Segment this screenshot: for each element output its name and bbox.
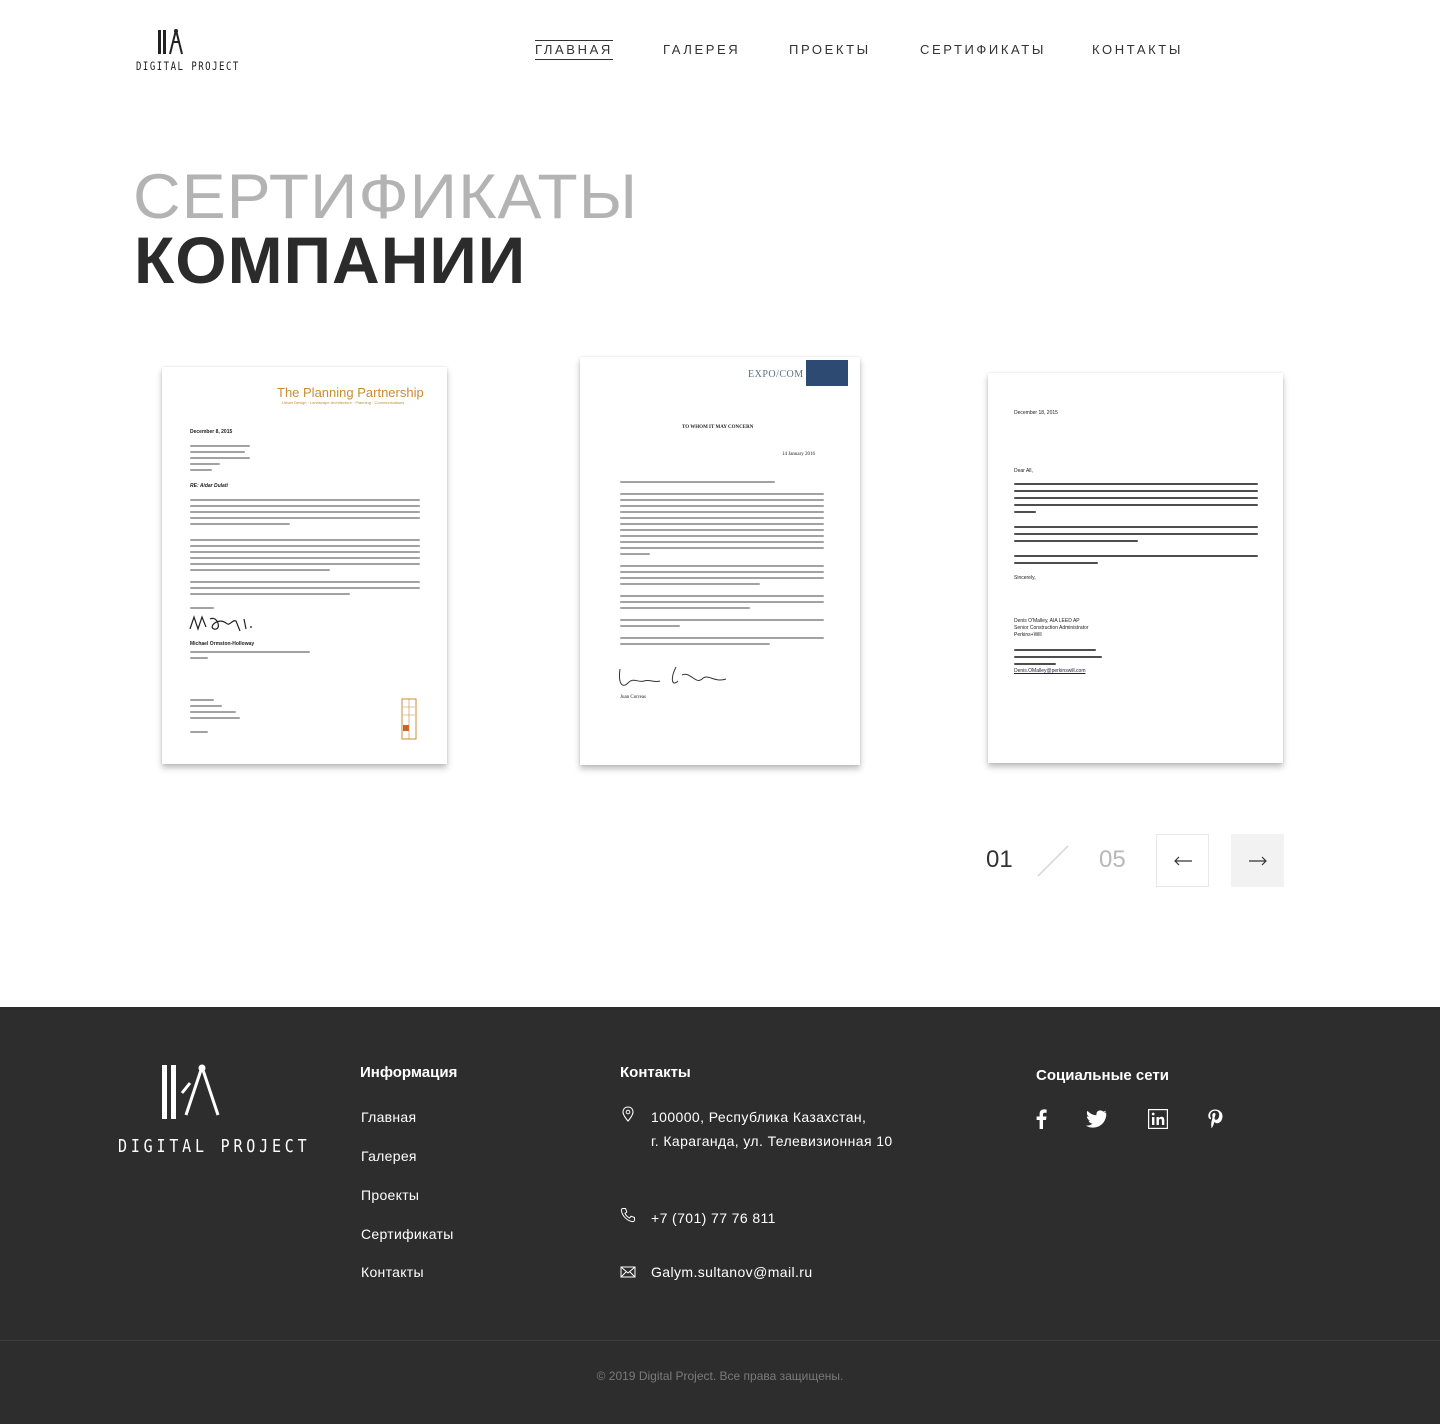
pager-current: 01 [986, 846, 1013, 873]
main-nav: ГЛАВНАЯ ГАЛЕРЕЯ ПРОЕКТЫ СЕРТИФИКАТЫ КОНТ… [0, 40, 1440, 62]
phone-icon [620, 1208, 635, 1223]
certificate-signer: Denis O'Malley, AIA LEED AP [1014, 618, 1080, 624]
next-button[interactable] [1231, 834, 1284, 887]
certificate-closing: Sincerely, [1014, 575, 1036, 581]
certificate-logo: The Planning Partnership [277, 385, 424, 400]
certificate-card[interactable]: The Planning Partnership Urban Design · … [162, 367, 447, 764]
footer [0, 1007, 1440, 1340]
footer-info-heading: Информация [360, 1064, 458, 1081]
phone-number[interactable]: +7 (701) 77 76 811 [651, 1210, 776, 1226]
certificate-date: December 8, 2015 [190, 429, 233, 435]
linkedin-button[interactable] [1147, 1108, 1169, 1130]
footer-logo-text[interactable]: DIGITAL PROJECT [118, 1135, 310, 1157]
footer-link-projects[interactable]: Проекты [361, 1187, 419, 1203]
certificate-signer: Michael Ormston-Holloway [190, 641, 255, 647]
logo-text[interactable]: DIGITAL PROJECT [136, 61, 240, 74]
page-title-bold: КОМПАНИИ [134, 223, 527, 297]
certificate-card[interactable]: EXPO/COM TO WHOM IT MAY CONCERN 14 Janua… [580, 357, 860, 765]
certificate-date: December 18, 2015 [1014, 410, 1058, 416]
footer-logo-mark[interactable] [160, 1063, 222, 1123]
facebook-icon [1036, 1109, 1047, 1129]
mail-icon [620, 1266, 636, 1278]
footer-contacts-heading: Контакты [620, 1064, 691, 1081]
footer-social-heading: Социальные сети [1036, 1067, 1169, 1084]
location-pin-icon [622, 1106, 634, 1122]
nav-item-projects[interactable]: ПРОЕКТЫ [789, 42, 871, 57]
facebook-button[interactable] [1030, 1108, 1052, 1130]
pinterest-button[interactable] [1204, 1108, 1226, 1130]
pager-total: 05 [1099, 846, 1126, 873]
certificate-re: RE: Aidar Dulati [190, 483, 228, 489]
twitter-button[interactable] [1085, 1108, 1107, 1130]
certificate-signer-title: Senior Construction Administrator [1014, 625, 1089, 631]
address-line-2: г. Караганда, ул. Телевизионная 10 [651, 1133, 893, 1149]
nav-item-contacts[interactable]: КОНТАКТЫ [1092, 42, 1183, 57]
certificate-heading: TO WHOM IT MAY CONCERN [682, 425, 754, 430]
footer-link-gallery[interactable]: Галерея [361, 1148, 417, 1164]
pager-divider [1037, 845, 1069, 877]
certificate-greeting: Dear All, [1014, 468, 1033, 474]
nav-item-gallery[interactable]: ГАЛЕРЕЯ [663, 42, 740, 57]
footer-link-contacts[interactable]: Контакты [361, 1264, 424, 1280]
certificate-signer-org: Perkins+Will [1014, 632, 1042, 638]
twitter-icon [1085, 1110, 1107, 1128]
nav-item-certificates[interactable]: СЕРТИФИКАТЫ [920, 42, 1046, 57]
certificate-email: Denis.OMalley@perkinswill.com [1014, 668, 1086, 674]
footer-link-certificates[interactable]: Сертификаты [361, 1226, 454, 1242]
certificate-logo: EXPO/COM [748, 369, 804, 380]
address-line-1: 100000, Республика Казахстан, [651, 1109, 867, 1125]
copyright-text: © 2019 Digital Project. Все права защище… [596, 1369, 844, 1383]
certificate-card[interactable]: December 18, 2015 Dear All, Sincerely, D… [988, 373, 1283, 763]
certificate-date: 14 January 2016 [782, 452, 816, 457]
linkedin-icon [1148, 1109, 1168, 1129]
prev-button[interactable] [1156, 834, 1209, 887]
expo-logo-mark [806, 360, 848, 386]
email-link[interactable]: Galym.sultanov@mail.ru [651, 1264, 813, 1280]
arrow-left-icon [1173, 856, 1192, 865]
certificate-logo-sub: Urban Design · Landscape Architecture · … [282, 400, 405, 405]
footer-link-home[interactable]: Главная [361, 1109, 416, 1125]
pinterest-icon [1208, 1109, 1223, 1129]
certificate-signer: Juan Correas [620, 695, 646, 700]
arrow-right-icon [1248, 856, 1267, 865]
nav-item-home[interactable]: ГЛАВНАЯ [535, 40, 613, 60]
